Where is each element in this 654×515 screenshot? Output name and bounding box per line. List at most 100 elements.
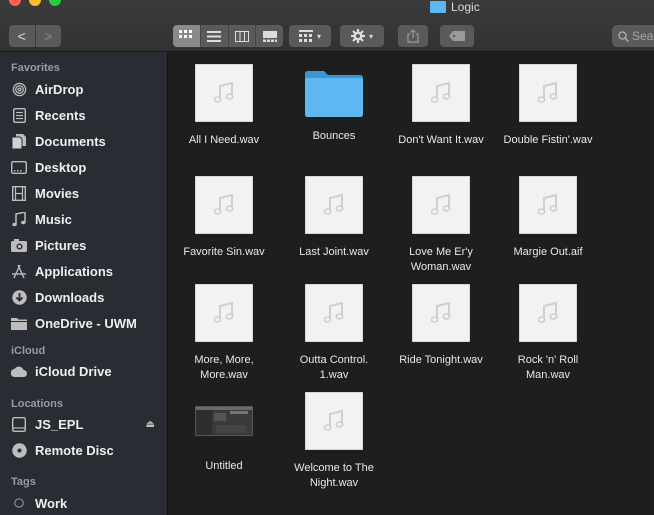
gallery-icon (262, 30, 277, 42)
sidebar-item-js-epl[interactable]: JS_EPL ⏏ (11, 413, 161, 435)
documents-icon (11, 133, 27, 149)
file-item[interactable]: Ride Tonight.wav (387, 284, 495, 368)
audio-file-icon (305, 392, 363, 450)
sidebar-item-label: iCloud Drive (35, 363, 112, 379)
back-button[interactable]: < (9, 25, 35, 47)
file-name: Don't Want It.wav (398, 134, 484, 146)
share-button[interactable] (398, 25, 428, 47)
sidebar-item-pictures[interactable]: Pictures (11, 234, 161, 256)
audio-file-icon (412, 64, 470, 122)
group-by-button[interactable]: ▾ (289, 25, 331, 47)
recents-icon (11, 107, 27, 123)
audio-file-icon (519, 284, 577, 342)
file-name: Last Joint.wav (299, 246, 369, 258)
folder-item[interactable]: Bounces (280, 64, 388, 144)
tags-section-label: Tags (11, 476, 36, 488)
sidebar-item-label: Remote Disc (35, 442, 114, 458)
folder-icon (304, 68, 364, 118)
eject-icon[interactable]: ⏏ (146, 419, 155, 430)
edit-tags-button[interactable] (440, 25, 474, 47)
sidebar-item-label: Recents (35, 107, 86, 123)
sidebar-item-label: Desktop (35, 159, 87, 175)
search-placeholder: Sea (632, 29, 654, 43)
sidebar-item-applications[interactable]: Applications (11, 260, 161, 282)
sidebar-item-recents[interactable]: Recents (11, 104, 161, 126)
sidebar-item-onedrive[interactable]: OneDrive - UWM (11, 312, 161, 334)
folder-icon (11, 315, 27, 331)
sidebar-item-downloads[interactable]: Downloads (11, 286, 161, 308)
screenshot-thumbnail-icon (195, 406, 253, 436)
sidebar-item-desktop[interactable]: Desktop (11, 156, 161, 178)
search-icon (618, 30, 629, 42)
list-icon (207, 30, 222, 42)
window-title: Logic (430, 0, 480, 14)
downloads-icon (11, 289, 27, 305)
group-grid-icon (298, 30, 313, 42)
icon-view-button[interactable] (173, 25, 200, 47)
sidebar-item-documents[interactable]: Documents (11, 130, 161, 152)
search-field[interactable]: Sea (612, 25, 654, 47)
gallery-view-button[interactable] (255, 25, 283, 47)
sidebar: Favorites AirDrop Recents Documents Desk… (0, 52, 168, 515)
sidebar-item-label: Music (35, 211, 72, 227)
file-item[interactable]: Outta Control. 1.wav (280, 284, 388, 383)
file-item[interactable]: Margie Out.aif (494, 176, 602, 260)
chevron-down-icon: ▾ (368, 31, 373, 41)
cloud-icon (11, 363, 27, 379)
locations-section-label: Locations (11, 398, 63, 410)
sidebar-item-tag-work[interactable]: Work (11, 492, 161, 514)
tag-dot-icon (11, 495, 27, 511)
sidebar-item-airdrop[interactable]: AirDrop (11, 78, 161, 100)
forward-button[interactable]: > (34, 25, 62, 47)
list-view-button[interactable] (199, 25, 228, 47)
desktop-icon (11, 159, 27, 175)
file-name: Welcome to The Night.wav (294, 462, 374, 489)
gear-icon (350, 29, 365, 43)
audio-file-icon (195, 64, 253, 122)
file-item[interactable]: Untitled (170, 392, 278, 474)
file-name: Rock 'n' Roll Man.wav (517, 354, 579, 381)
view-mode-selector (173, 25, 283, 47)
audio-file-icon (195, 284, 253, 342)
column-view-button[interactable] (227, 25, 256, 47)
file-item[interactable]: More, More, More.wav (170, 284, 278, 383)
sidebar-item-label: Downloads (35, 289, 105, 305)
zoom-window-button[interactable] (49, 0, 61, 6)
sidebar-item-movies[interactable]: Movies (11, 182, 161, 204)
applications-icon (11, 263, 27, 279)
file-name: Double Fistin'.wav (503, 134, 593, 146)
file-item[interactable]: All I Need.wav (170, 64, 278, 148)
file-name: Untitled (205, 460, 243, 472)
sidebar-item-label: Pictures (35, 237, 87, 253)
file-name: Favorite Sin.wav (183, 246, 265, 258)
file-name: Ride Tonight.wav (399, 354, 483, 366)
movies-icon (11, 185, 27, 201)
drive-icon (11, 416, 27, 432)
sidebar-item-label: AirDrop (35, 81, 84, 97)
file-item[interactable]: Double Fistin'.wav (494, 64, 602, 148)
sidebar-item-remote-disc[interactable]: Remote Disc (11, 439, 161, 461)
audio-file-icon (519, 64, 577, 122)
sidebar-item-label: Applications (35, 263, 114, 279)
share-icon (407, 29, 419, 43)
sidebar-item-label: Movies (35, 185, 80, 201)
minimize-window-button[interactable] (29, 0, 41, 6)
file-item[interactable]: Last Joint.wav (280, 176, 388, 260)
action-menu-button[interactable]: ▾ (340, 25, 384, 47)
sidebar-item-icloud-drive[interactable]: iCloud Drive (11, 360, 161, 382)
file-name: Outta Control. 1.wav (299, 354, 369, 381)
icon-grid-icon (179, 30, 193, 38)
icloud-section-label: iCloud (11, 345, 46, 357)
file-item[interactable]: Rock 'n' Roll Man.wav (494, 284, 602, 383)
file-grid: All I Need.wav Bounces Don't Want It.wav… (169, 52, 654, 515)
file-item[interactable]: Don't Want It.wav (387, 64, 495, 148)
sidebar-item-music[interactable]: Music (11, 208, 161, 230)
tag-icon (449, 31, 465, 41)
columns-icon (234, 30, 249, 42)
audio-file-icon (305, 284, 363, 342)
sidebar-item-label: Work (35, 495, 68, 511)
file-item[interactable]: Favorite Sin.wav (170, 176, 278, 260)
file-item[interactable]: Welcome to The Night.wav (280, 392, 388, 491)
file-item[interactable]: Love Me Er'y Woman.wav (387, 176, 495, 275)
close-window-button[interactable] (9, 0, 21, 6)
